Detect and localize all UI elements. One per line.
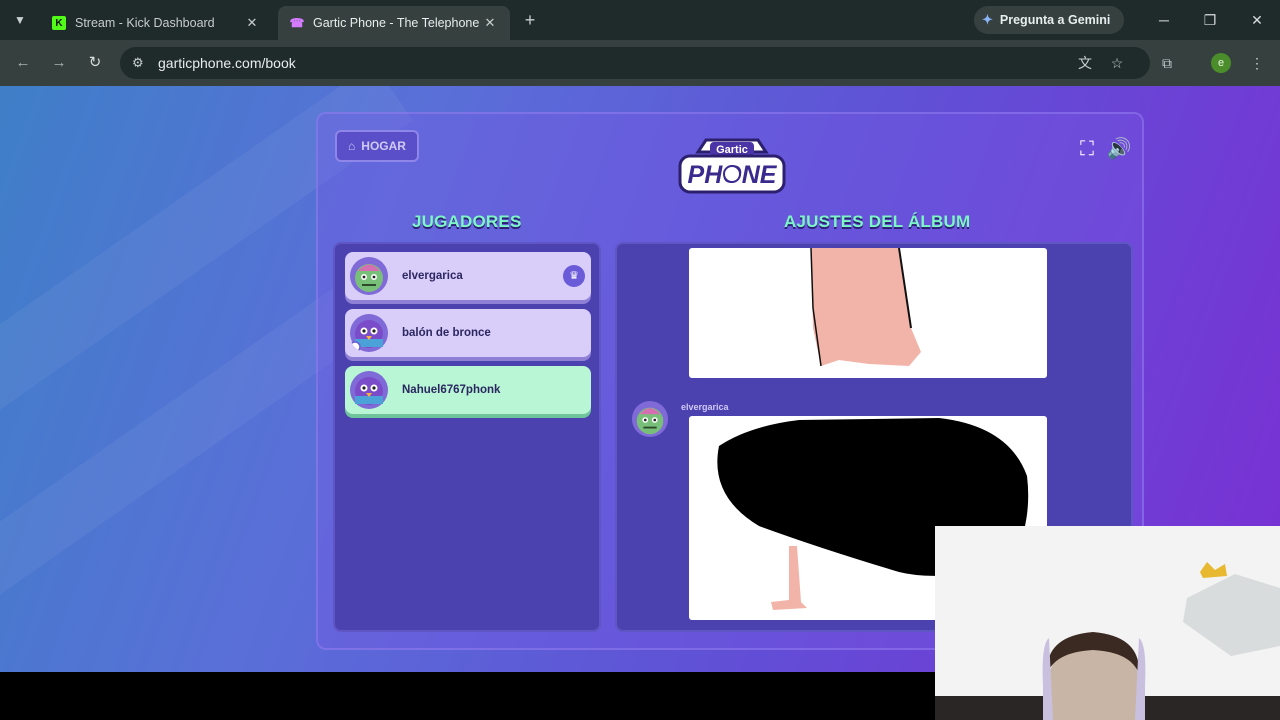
crown-icon: ♛ [563, 265, 585, 287]
logo-top-text: Gartic [716, 144, 748, 156]
tab-search-button[interactable]: ▼ [8, 8, 32, 32]
gemini-button[interactable]: ✦ Pregunta a Gemini [974, 6, 1124, 34]
browser-tab-strip: ▼ K Stream - Kick Dashboard ✕ ☎ Gartic P… [0, 0, 1280, 40]
volume-icon[interactable]: 🔊 [1106, 136, 1132, 162]
player-card[interactable]: balón de bronce [345, 309, 591, 357]
new-tab-button[interactable]: + [520, 10, 540, 30]
player-name: elvergarica [402, 270, 463, 282]
gartic-phone-logo: Gartic PHONE [678, 138, 786, 194]
close-icon[interactable]: ✕ [244, 15, 260, 31]
album-title: AJUSTES DEL ÁLBUM [784, 212, 971, 231]
album-drawing [689, 248, 1047, 378]
players-title: JUGADORES [412, 212, 522, 231]
gemini-sparkle-icon: ✦ [982, 12, 993, 27]
player-card[interactable]: elvergarica ♛ [345, 252, 591, 300]
players-panel: elvergarica ♛ balón de bronce Nahuel6767… [333, 242, 601, 632]
close-window-button[interactable]: ✕ [1245, 8, 1269, 32]
reload-button[interactable]: ↻ [83, 51, 107, 75]
home-button[interactable]: ⌂ HOGAR [335, 130, 419, 162]
green-zombie-avatar [631, 400, 669, 438]
drawing-canvas [810, 248, 921, 367]
restore-button[interactable]: ❐ [1198, 8, 1222, 32]
gemini-label: Pregunta a Gemini [999, 13, 1111, 27]
close-icon[interactable]: ✕ [482, 15, 498, 31]
back-button[interactable]: ← [11, 51, 35, 75]
profile-avatar[interactable]: e [1211, 53, 1231, 73]
tab-title: Stream - Kick Dashboard [75, 16, 215, 30]
forward-button[interactable]: → [47, 51, 71, 75]
tab-title: Gartic Phone - The Telephone G [313, 16, 482, 30]
bookmark-star-icon[interactable]: ☆ [1107, 53, 1127, 73]
player-card-self[interactable]: Nahuel6767phonk [345, 366, 591, 414]
translate-icon[interactable]: 文 [1075, 53, 1095, 73]
browser-toolbar: ← → ↻ ⚙ garticphone.com/book 文 ☆ ⧉ e ⋮ [0, 40, 1280, 86]
purple-bird-avatar [350, 371, 388, 409]
kick-icon: K [52, 16, 66, 30]
webcam-feed [935, 526, 1280, 720]
tab-gartic-phone[interactable]: ☎ Gartic Phone - The Telephone G ✕ [278, 6, 510, 40]
gartic-phone-icon: ☎ [289, 16, 305, 30]
menu-icon[interactable]: ⋮ [1247, 53, 1267, 73]
fullscreen-icon[interactable]: ⛶ [1074, 136, 1100, 162]
home-label: HOGAR [361, 139, 406, 153]
player-name: balón de bronce [402, 327, 491, 339]
url-text: garticphone.com/book [158, 55, 296, 71]
album-entry-author: elvergarica [681, 402, 729, 412]
address-bar[interactable]: ⚙ garticphone.com/book [120, 47, 1150, 79]
extensions-icon[interactable]: ⧉ [1157, 53, 1177, 73]
webcam-overlay [935, 526, 1280, 720]
purple-bird-avatar [349, 314, 388, 353]
minimize-button[interactable]: ─ [1152, 8, 1176, 32]
tab-kick-dashboard[interactable]: K Stream - Kick Dashboard ✕ [40, 6, 272, 40]
home-icon: ⌂ [348, 139, 356, 153]
site-settings-icon[interactable]: ⚙ [132, 55, 148, 71]
player-name: Nahuel6767phonk [402, 384, 501, 396]
green-zombie-avatar [350, 257, 388, 295]
